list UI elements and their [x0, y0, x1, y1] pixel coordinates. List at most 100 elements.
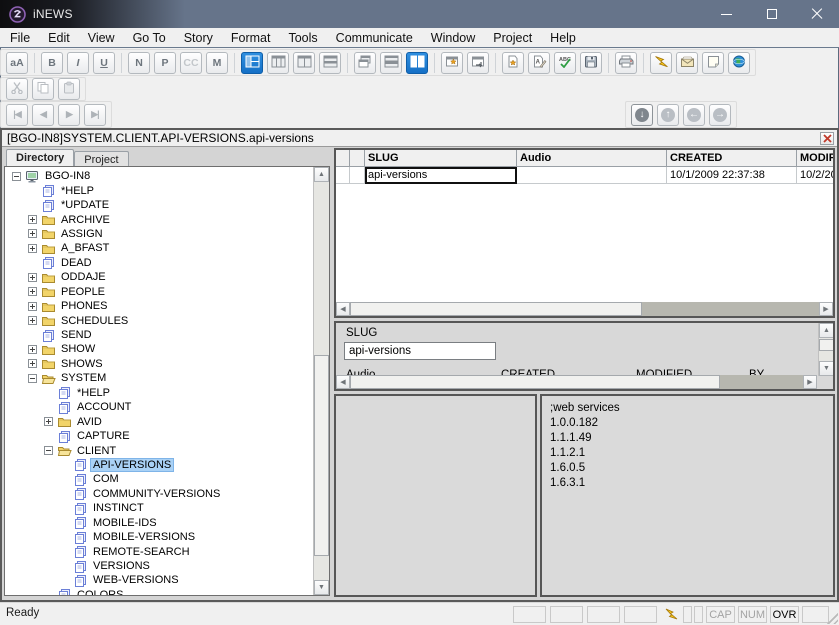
menu-item-help[interactable]: Help — [541, 29, 585, 47]
tree-item-archive[interactable]: ARCHIVE — [6, 212, 312, 226]
menu-item-tools[interactable]: Tools — [279, 29, 326, 47]
tile-horizontal-button[interactable] — [380, 52, 402, 74]
tree-item--help[interactable]: *HELP — [6, 386, 312, 400]
menu-item-project[interactable]: Project — [484, 29, 541, 47]
tree-expander-minus-icon[interactable] — [44, 446, 53, 455]
tree-expander-plus-icon[interactable] — [28, 316, 37, 325]
story-favorite-button[interactable] — [502, 52, 524, 74]
tree-expander-minus-icon[interactable] — [12, 172, 21, 181]
tree-item-mobile-versions[interactable]: MOBILE-VERSIONS — [6, 530, 312, 544]
tree-item-account[interactable]: ACCOUNT — [6, 400, 312, 414]
maximize-button[interactable] — [749, 0, 794, 28]
window-float-button[interactable] — [467, 52, 489, 74]
three-column-layout-button[interactable] — [267, 52, 289, 74]
window-favorite-button[interactable] — [441, 52, 463, 74]
story-proof-button[interactable]: A — [528, 52, 550, 74]
go-previous-button[interactable]: ◀ — [32, 104, 54, 126]
tree-expander-minus-icon[interactable] — [28, 374, 37, 383]
tree-item-remote-search[interactable]: REMOTE-SEARCH — [6, 544, 312, 558]
tree-expander-plus-icon[interactable] — [28, 359, 37, 368]
move-right-button[interactable]: → — [709, 104, 731, 126]
panel-layout-button[interactable] — [241, 52, 263, 74]
presenter-text-button[interactable]: P — [154, 52, 176, 74]
paste-button[interactable] — [58, 78, 80, 100]
menu-item-file[interactable]: File — [1, 29, 39, 47]
font-case-button[interactable]: aA — [6, 52, 28, 74]
minimize-button[interactable] — [704, 0, 749, 28]
menu-item-edit[interactable]: Edit — [39, 29, 79, 47]
save-button[interactable] — [580, 52, 602, 74]
tree-expander-plus-icon[interactable] — [28, 244, 37, 253]
tree-item-colors[interactable]: COLORS — [6, 588, 312, 595]
tree-item--help[interactable]: *HELP — [6, 183, 312, 197]
grid-cell[interactable]: 10/1/2009 22:37:38 — [667, 167, 797, 184]
row-layout-button[interactable] — [319, 52, 341, 74]
grid-cell[interactable]: 10/2/202 — [797, 167, 835, 184]
copy-button[interactable] — [32, 78, 54, 100]
tree-item-schedules[interactable]: SCHEDULES — [6, 313, 312, 327]
grid-column-header[interactable] — [350, 150, 365, 167]
send-flash-button[interactable] — [650, 52, 672, 74]
tree-item-people[interactable]: PEOPLE — [6, 285, 312, 299]
tree-item-avid[interactable]: AVID — [6, 414, 312, 428]
grid-column-header-created[interactable]: CREATED — [667, 150, 797, 167]
tree-item-web-versions[interactable]: WEB-VERSIONS — [6, 573, 312, 587]
scroll-down-icon[interactable]: ▼ — [819, 361, 834, 376]
tile-vertical-button[interactable] — [406, 52, 428, 74]
tree-item-api-versions[interactable]: API-VERSIONS — [6, 458, 312, 472]
tree-item-versions[interactable]: VERSIONS — [6, 559, 312, 573]
grid-column-header[interactable] — [336, 150, 350, 167]
tab-directory[interactable]: Directory — [6, 149, 74, 166]
print-button[interactable] — [615, 52, 637, 74]
italic-button[interactable]: I — [67, 52, 89, 74]
scroll-left-icon[interactable]: ◀ — [336, 302, 350, 316]
tree-item-system[interactable]: SYSTEM — [6, 371, 312, 385]
grid-horizontal-scrollbar[interactable]: ◀ ▶ — [336, 302, 833, 316]
menu-item-communicate[interactable]: Communicate — [327, 29, 422, 47]
tree-expander-plus-icon[interactable] — [44, 417, 53, 426]
tree-item-mobile-ids[interactable]: MOBILE-IDS — [6, 516, 312, 530]
document-close-button[interactable] — [820, 132, 834, 145]
grid-cell[interactable] — [350, 167, 365, 184]
tree-expander-plus-icon[interactable] — [28, 345, 37, 354]
cascade-windows-button[interactable] — [354, 52, 376, 74]
go-next-button[interactable]: ▶ — [58, 104, 80, 126]
move-up-button[interactable]: ↑ — [657, 104, 679, 126]
tree-vertical-scrollbar[interactable]: ▲ ▼ — [313, 167, 329, 595]
menu-item-story[interactable]: Story — [175, 29, 222, 47]
tree-item-show[interactable]: SHOW — [6, 342, 312, 356]
machine-control-button[interactable]: M — [206, 52, 228, 74]
slug-input[interactable] — [344, 342, 496, 360]
tree-item-shows[interactable]: SHOWS — [6, 357, 312, 371]
cut-button[interactable] — [6, 78, 28, 100]
move-left-button[interactable]: ← — [683, 104, 705, 126]
grid-cell[interactable] — [517, 167, 667, 184]
tree-item--update[interactable]: *UPDATE — [6, 198, 312, 212]
go-last-button[interactable]: ▶| — [84, 104, 106, 126]
tab-project[interactable]: Project — [74, 151, 128, 166]
scroll-up-icon[interactable]: ▲ — [314, 167, 329, 182]
scroll-down-icon[interactable]: ▼ — [314, 580, 329, 595]
scroll-left-icon[interactable]: ◀ — [336, 375, 350, 389]
tree-item-dead[interactable]: DEAD — [6, 256, 312, 270]
go-first-button[interactable]: |◀ — [6, 104, 28, 126]
tree-item-oddaje[interactable]: ODDAJE — [6, 270, 312, 284]
tree-item-community-versions[interactable]: COMMUNITY-VERSIONS — [6, 487, 312, 501]
form-scroll-thumb[interactable] — [819, 339, 834, 351]
grid-cell[interactable]: api-versions — [365, 167, 517, 184]
grid-data-row[interactable]: api-versions 10/1/2009 22:37:3810/2/202 — [336, 167, 833, 184]
tree-item-client[interactable]: CLIENT — [6, 443, 312, 457]
tree-expander-plus-icon[interactable] — [28, 229, 37, 238]
tree-item-bgo-in8[interactable]: BGO-IN8 — [6, 169, 312, 183]
grid-scroll-thumb[interactable] — [350, 302, 642, 316]
story-production-cue-panel[interactable] — [334, 394, 537, 597]
closed-caption-button[interactable]: CC — [180, 52, 202, 74]
move-down-button[interactable]: ↓ — [631, 104, 653, 126]
tree-item-send[interactable]: SEND — [6, 328, 312, 342]
form-scroll-thumb-h[interactable] — [350, 375, 720, 389]
tree-item-instinct[interactable]: INSTINCT — [6, 501, 312, 515]
close-button[interactable] — [794, 0, 839, 28]
scroll-right-icon[interactable]: ▶ — [803, 375, 817, 389]
tree-item-a-bfast[interactable]: A_BFAST — [6, 241, 312, 255]
form-horizontal-scrollbar[interactable]: ◀ ▶ — [336, 375, 817, 389]
